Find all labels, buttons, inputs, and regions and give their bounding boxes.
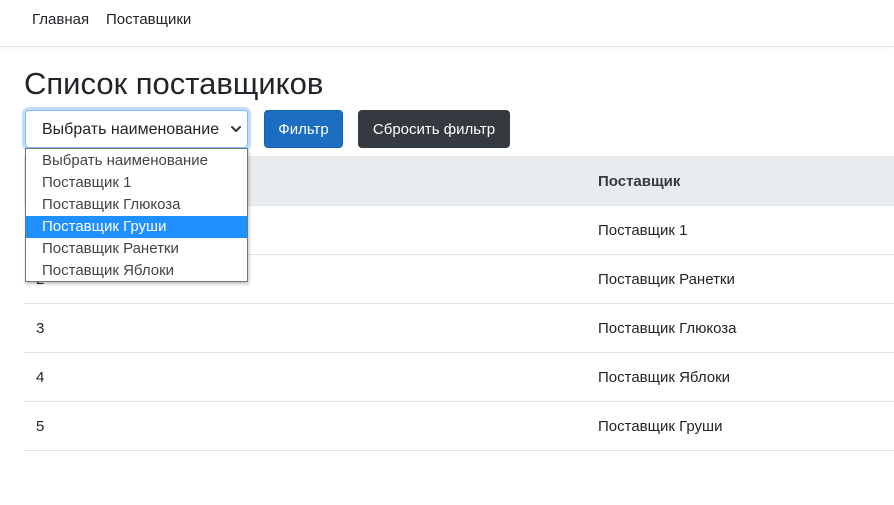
row-supplier-name: Поставщик Глюкоза [598,320,737,337]
filter-button[interactable]: Фильтр [264,110,343,148]
column-header-supplier: Поставщик [598,173,681,190]
nav-link-home[interactable]: Главная [32,11,89,28]
page-title: Список поставщиков [24,66,324,101]
select-value: Выбрать наименование [42,121,220,138]
select-option[interactable]: Поставщик Яблоки [26,260,247,282]
select-option[interactable]: Поставщик Глюкоза [26,194,247,216]
row-supplier-name: Поставщик Ранетки [598,271,735,288]
table-row: 3 Поставщик Глюкоза [24,304,894,353]
chevron-down-icon [231,126,241,132]
row-supplier-name: Поставщик 1 [598,222,688,239]
select-option[interactable]: Поставщик Ранетки [26,238,247,260]
select-option-highlighted[interactable]: Поставщик Груши [26,216,247,238]
row-supplier-name: Поставщик Яблоки [598,369,731,386]
select-option[interactable]: Поставщик 1 [26,172,247,194]
top-navbar: Главная Поставщики [0,0,894,47]
reset-filter-button[interactable]: Сбросить фильтр [358,110,510,148]
row-id: 4 [36,369,45,386]
row-id: 5 [36,418,45,435]
table-row: 5 Поставщик Груши [24,402,894,451]
supplier-select-dropdown: Выбрать наименование Поставщик 1 Поставщ… [25,148,248,282]
table-row: 4 Поставщик Яблоки [24,353,894,402]
select-option[interactable]: Выбрать наименование [26,150,247,172]
supplier-name-select[interactable]: Выбрать наименование [25,110,248,148]
row-supplier-name: Поставщик Груши [598,418,723,435]
nav-link-suppliers[interactable]: Поставщики [106,11,191,28]
row-id: 3 [36,320,45,337]
